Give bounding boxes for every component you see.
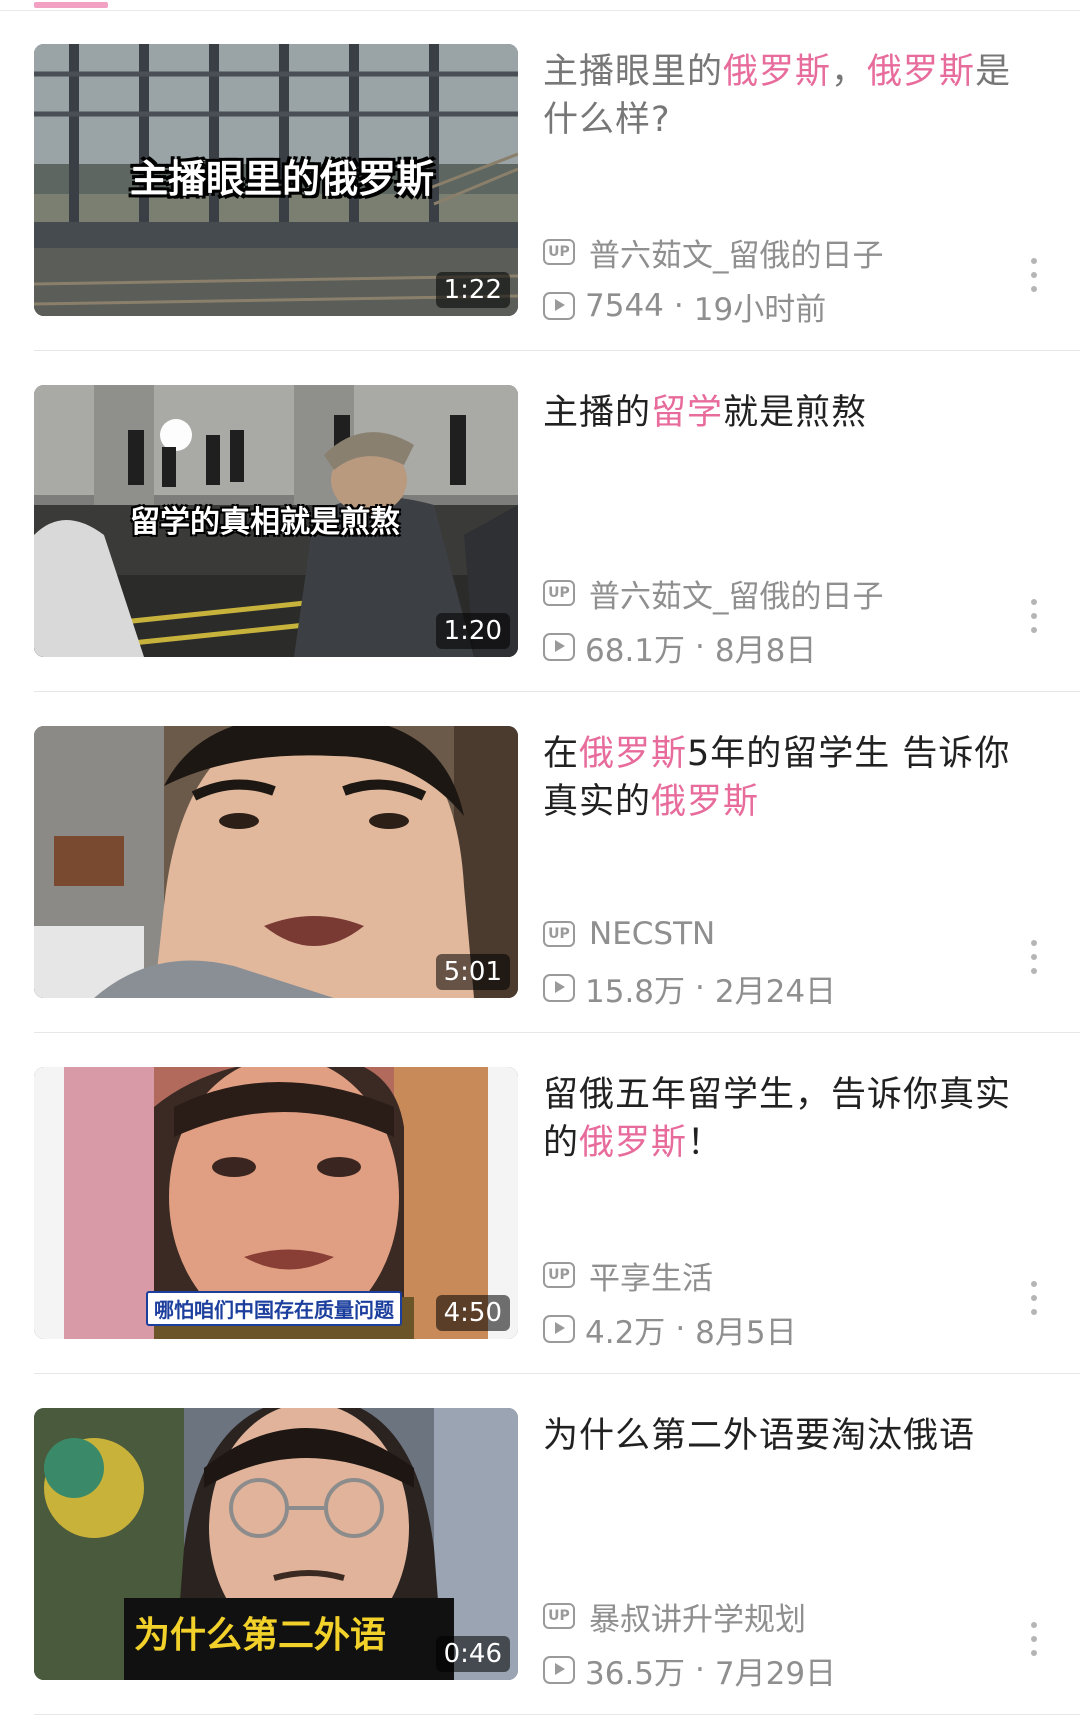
video-duration: 0:46 bbox=[435, 1636, 510, 1672]
video-title[interactable]: 在俄罗斯5年的留学生 告诉你真实的俄罗斯 bbox=[543, 730, 1033, 826]
play-count-icon bbox=[543, 292, 575, 320]
publish-date: 8月8日 bbox=[714, 632, 817, 669]
title-keyword-highlight: 俄罗斯 bbox=[867, 52, 976, 92]
thumbnail-caption: 主播眼里的俄罗斯 bbox=[130, 157, 435, 201]
search-results-page: 主播眼里的俄罗斯 1:22 主播眼里的俄罗斯，俄罗斯是什么样? UP 普六茹文_… bbox=[0, 0, 1080, 1733]
title-segment: ！ bbox=[687, 1123, 724, 1163]
uploader-name: 平享生活 bbox=[589, 1260, 713, 1297]
video-thumbnail[interactable]: 5:01 bbox=[34, 726, 518, 998]
video-title[interactable]: 主播眼里的俄罗斯，俄罗斯是什么样? bbox=[543, 48, 1033, 144]
video-card[interactable]: 5:01 在俄罗斯5年的留学生 告诉你真实的俄罗斯 UP NECSTN 15.8… bbox=[0, 692, 1080, 1033]
view-count: 4.2万 bbox=[585, 1314, 666, 1351]
video-card[interactable]: 哪怕咱们中国存在质量问题 4:50 留俄五年留学生，告诉你真实的俄罗斯！ UP … bbox=[0, 1033, 1080, 1374]
play-count-icon bbox=[543, 1656, 575, 1684]
stats-row: 4.2万 · 8月5日 bbox=[543, 1309, 797, 1351]
view-count: 7544 bbox=[585, 288, 664, 324]
stats-row: 7544 · 19小时前 bbox=[543, 286, 827, 328]
video-info: 留俄五年留学生，告诉你真实的俄罗斯！ UP 平享生活 4.2万 · 8月5日 bbox=[543, 1067, 1043, 1351]
card-divider bbox=[34, 1714, 1080, 1715]
video-thumbnail[interactable]: 主播眼里的俄罗斯 1:22 bbox=[34, 44, 518, 316]
video-card[interactable]: 留学的真相就是煎熬 1:20 主播的留学就是煎熬 UP 普六茹文_留俄的日子 6… bbox=[0, 351, 1080, 692]
uploader-row[interactable]: UP 暴叔讲升学规划 bbox=[543, 1596, 806, 1638]
video-card[interactable]: 为什么第二外语 0:46 为什么第二外语要淘汰俄语 UP 暴叔讲升学规划 36.… bbox=[0, 1374, 1080, 1715]
uploader-name: NECSTN bbox=[589, 916, 716, 952]
uploader-name: 普六茹文_留俄的日子 bbox=[589, 578, 884, 615]
up-badge-icon: UP bbox=[543, 239, 575, 265]
meta-separator: · bbox=[675, 1311, 686, 1347]
video-title[interactable]: 为什么第二外语要淘汰俄语 bbox=[543, 1412, 1033, 1460]
video-duration: 1:22 bbox=[435, 272, 510, 308]
meta-separator: · bbox=[673, 288, 684, 324]
video-card[interactable]: 主播眼里的俄罗斯 1:22 主播眼里的俄罗斯，俄罗斯是什么样? UP 普六茹文_… bbox=[0, 10, 1080, 351]
title-keyword-highlight: 俄罗斯 bbox=[651, 782, 760, 822]
meta-separator: · bbox=[695, 970, 705, 1006]
video-duration: 1:20 bbox=[435, 613, 510, 649]
play-count-icon bbox=[543, 1315, 575, 1343]
title-segment: ， bbox=[831, 52, 868, 92]
video-duration: 4:50 bbox=[435, 1295, 510, 1331]
title-segment: 主播的 bbox=[543, 393, 652, 433]
more-options-icon[interactable] bbox=[1026, 258, 1042, 292]
uploader-name: 普六茹文_留俄的日子 bbox=[589, 237, 884, 274]
publish-date: 8月5日 bbox=[695, 1314, 797, 1351]
title-keyword-highlight: 俄罗斯 bbox=[579, 1123, 688, 1163]
thumbnail-caption: 哪怕咱们中国存在质量问题 bbox=[146, 1291, 402, 1326]
video-info: 主播眼里的俄罗斯，俄罗斯是什么样? UP 普六茹文_留俄的日子 7544 · 1… bbox=[543, 44, 1043, 328]
uploader-name: 暴叔讲升学规划 bbox=[589, 1601, 806, 1638]
publish-date: 19小时前 bbox=[693, 291, 827, 328]
video-thumbnail[interactable]: 为什么第二外语 0:46 bbox=[34, 1408, 518, 1680]
video-thumbnail[interactable]: 留学的真相就是煎熬 1:20 bbox=[34, 385, 518, 657]
more-options-icon[interactable] bbox=[1026, 1622, 1042, 1656]
title-keyword-highlight: 留学 bbox=[651, 393, 724, 433]
stats-row: 36.5万 · 7月29日 bbox=[543, 1650, 837, 1692]
video-title[interactable]: 主播的留学就是煎熬 bbox=[543, 389, 1033, 437]
up-badge-icon: UP bbox=[543, 921, 575, 947]
thumbnail-caption: 留学的真相就是煎熬 bbox=[130, 505, 400, 540]
stats-row: 68.1万 · 8月8日 bbox=[543, 627, 817, 669]
video-duration: 5:01 bbox=[435, 954, 510, 990]
uploader-row[interactable]: UP 普六茹文_留俄的日子 bbox=[543, 232, 884, 274]
uploader-row[interactable]: UP 平享生活 bbox=[543, 1255, 713, 1297]
meta-separator: · bbox=[695, 1652, 705, 1688]
play-count-icon bbox=[543, 974, 575, 1002]
publish-date: 7月29日 bbox=[714, 1655, 837, 1692]
thumbnail-caption: 为什么第二外语 bbox=[134, 1615, 387, 1656]
more-options-icon[interactable] bbox=[1026, 940, 1042, 974]
video-info: 主播的留学就是煎熬 UP 普六茹文_留俄的日子 68.1万 · 8月8日 bbox=[543, 385, 1043, 669]
title-segment: 就是煎熬 bbox=[723, 393, 868, 433]
title-segment: 在 bbox=[543, 734, 580, 774]
stats-row: 15.8万 · 2月24日 bbox=[543, 968, 837, 1010]
view-count: 68.1万 bbox=[585, 632, 686, 669]
play-count-icon bbox=[543, 633, 575, 661]
active-tab-indicator bbox=[34, 2, 108, 8]
more-options-icon[interactable] bbox=[1026, 599, 1042, 633]
uploader-row[interactable]: UP 普六茹文_留俄的日子 bbox=[543, 573, 884, 615]
video-info: 为什么第二外语要淘汰俄语 UP 暴叔讲升学规划 36.5万 · 7月29日 bbox=[543, 1408, 1043, 1692]
title-keyword-highlight: 俄罗斯 bbox=[723, 52, 832, 92]
up-badge-icon: UP bbox=[543, 1603, 575, 1629]
uploader-row[interactable]: UP NECSTN bbox=[543, 914, 715, 954]
more-options-icon[interactable] bbox=[1026, 1281, 1042, 1315]
video-title[interactable]: 留俄五年留学生，告诉你真实的俄罗斯！ bbox=[543, 1071, 1033, 1167]
title-segment: 主播眼里的 bbox=[543, 52, 724, 92]
publish-date: 2月24日 bbox=[714, 973, 837, 1010]
view-count: 36.5万 bbox=[585, 1655, 686, 1692]
view-count: 15.8万 bbox=[585, 973, 686, 1010]
up-badge-icon: UP bbox=[543, 580, 575, 606]
title-segment: 为什么第二外语要淘汰俄语 bbox=[543, 1416, 976, 1456]
video-list: 主播眼里的俄罗斯 1:22 主播眼里的俄罗斯，俄罗斯是什么样? UP 普六茹文_… bbox=[0, 10, 1080, 1715]
video-info: 在俄罗斯5年的留学生 告诉你真实的俄罗斯 UP NECSTN 15.8万 · 2… bbox=[543, 726, 1043, 1010]
meta-separator: · bbox=[695, 629, 705, 665]
up-badge-icon: UP bbox=[543, 1262, 575, 1288]
title-keyword-highlight: 俄罗斯 bbox=[579, 734, 688, 774]
video-thumbnail[interactable]: 哪怕咱们中国存在质量问题 4:50 bbox=[34, 1067, 518, 1339]
